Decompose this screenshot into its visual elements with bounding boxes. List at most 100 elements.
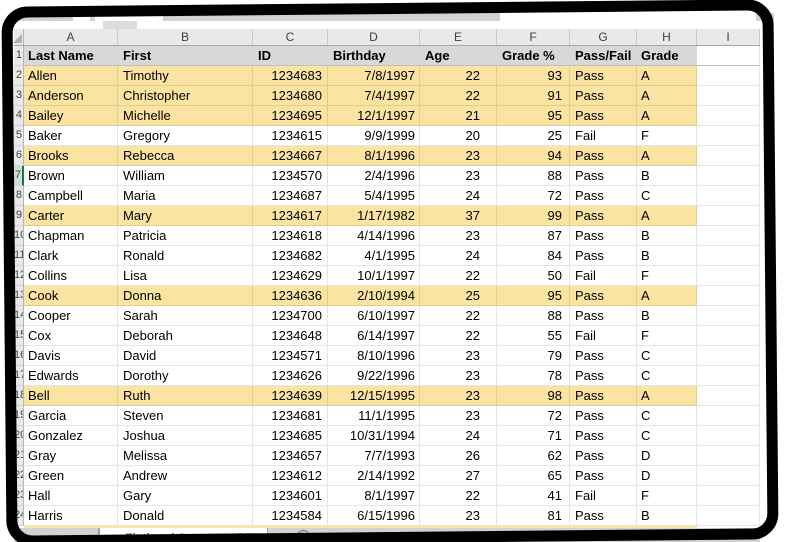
cell-H9[interactable]: A: [637, 206, 697, 226]
cell-A23[interactable]: Hall: [24, 486, 118, 506]
cell-I7[interactable]: [697, 166, 760, 186]
cell-E21[interactable]: 26: [420, 446, 497, 466]
cell-I24[interactable]: [697, 506, 760, 526]
cell-I16[interactable]: [697, 346, 760, 366]
cell-G4[interactable]: Pass: [570, 106, 637, 126]
row-header-7[interactable]: 7: [14, 166, 24, 186]
cell-G24[interactable]: Pass: [570, 506, 637, 526]
row-header-9[interactable]: 9: [14, 206, 24, 226]
cell-D16[interactable]: 8/10/1996: [328, 346, 420, 366]
cell-B14[interactable]: Sarah: [118, 306, 253, 326]
row-header-3[interactable]: 3: [14, 86, 24, 106]
cell-C16[interactable]: 1234571: [253, 346, 328, 366]
cell-F8[interactable]: 72: [497, 186, 570, 206]
cell-G7[interactable]: Pass: [570, 166, 637, 186]
cell-I4[interactable]: [697, 106, 760, 126]
cell-I2[interactable]: [697, 66, 760, 86]
cell-D22[interactable]: 2/14/1992: [328, 466, 420, 486]
row-header-24[interactable]: 24: [14, 506, 24, 526]
cell-I23[interactable]: [697, 486, 760, 506]
cell-B6[interactable]: Rebecca: [118, 146, 253, 166]
cell-I10[interactable]: [697, 226, 760, 246]
cell-I20[interactable]: [697, 426, 760, 446]
active-sheet-tab[interactable]: Fictional Score Card: [99, 528, 268, 542]
cell-D4[interactable]: 12/1/1997: [328, 106, 420, 126]
cell-H3[interactable]: A: [637, 86, 697, 106]
cell-I12[interactable]: [697, 266, 760, 286]
cell-I1[interactable]: [697, 46, 760, 66]
header-cell-B1[interactable]: First: [118, 46, 253, 66]
cell-E4[interactable]: 21: [420, 106, 497, 126]
cell-F13[interactable]: 95: [497, 286, 570, 306]
cell-H15[interactable]: F: [637, 326, 697, 346]
cell-F6[interactable]: 94: [497, 146, 570, 166]
cell-D2[interactable]: 7/8/1997: [328, 66, 420, 86]
row-header-13[interactable]: 13: [14, 286, 24, 306]
cell-C15[interactable]: 1234648: [253, 326, 328, 346]
cell-I9[interactable]: [697, 206, 760, 226]
cell-I17[interactable]: [697, 366, 760, 386]
cell-F9[interactable]: 99: [497, 206, 570, 226]
cell-E20[interactable]: 24: [420, 426, 497, 446]
header-cell-F1[interactable]: Grade %: [497, 46, 570, 66]
cell-E19[interactable]: 23: [420, 406, 497, 426]
cell-A10[interactable]: Chapman: [24, 226, 118, 246]
cell-D10[interactable]: 4/14/1996: [328, 226, 420, 246]
cell-B4[interactable]: Michelle: [118, 106, 253, 126]
cell-D13[interactable]: 2/10/1994: [328, 286, 420, 306]
cell-E6[interactable]: 23: [420, 146, 497, 166]
column-header-D[interactable]: D: [328, 29, 420, 45]
cell-G20[interactable]: Pass: [570, 426, 637, 446]
cell-F7[interactable]: 88: [497, 166, 570, 186]
cell-I3[interactable]: [697, 86, 760, 106]
cell-A4[interactable]: Bailey: [24, 106, 118, 126]
cell-F21[interactable]: 62: [497, 446, 570, 466]
cell-B9[interactable]: Mary: [118, 206, 253, 226]
cell-B22[interactable]: Andrew: [118, 466, 253, 486]
cell-F19[interactable]: 72: [497, 406, 570, 426]
row-header-20[interactable]: 20: [14, 426, 24, 446]
cell-E17[interactable]: 23: [420, 366, 497, 386]
cell-D3[interactable]: 7/4/1997: [328, 86, 420, 106]
cell-E3[interactable]: 22: [420, 86, 497, 106]
new-sheet-icon[interactable]: +: [297, 530, 310, 542]
cell-D9[interactable]: 1/17/1982: [328, 206, 420, 226]
cell-A9[interactable]: Carter: [24, 206, 118, 226]
cell-A5[interactable]: Baker: [24, 126, 118, 146]
cell-D24[interactable]: 6/15/1996: [328, 506, 420, 526]
cell-H19[interactable]: C: [637, 406, 697, 426]
cell-D23[interactable]: 8/1/1997: [328, 486, 420, 506]
cell-G10[interactable]: Pass: [570, 226, 637, 246]
cell-H7[interactable]: B: [637, 166, 697, 186]
cell-G23[interactable]: Fail: [570, 486, 637, 506]
row-header-17[interactable]: 17: [14, 366, 24, 386]
cell-A20[interactable]: Gonzalez: [24, 426, 118, 446]
cell-D11[interactable]: 4/1/1995: [328, 246, 420, 266]
cell-B24[interactable]: Donald: [118, 506, 253, 526]
row-header-15[interactable]: 15: [14, 326, 24, 346]
cell-F24[interactable]: 81: [497, 506, 570, 526]
cell-G16[interactable]: Pass: [570, 346, 637, 366]
cell-C12[interactable]: 1234629: [253, 266, 328, 286]
cell-D17[interactable]: 9/22/1996: [328, 366, 420, 386]
inactive-sheet-tab[interactable]: [24, 528, 99, 542]
cell-H22[interactable]: D: [637, 466, 697, 486]
cell-F12[interactable]: 50: [497, 266, 570, 286]
cell-A7[interactable]: Brown: [24, 166, 118, 186]
cell-C24[interactable]: 1234584: [253, 506, 328, 526]
column-header-H[interactable]: H: [637, 29, 697, 45]
cell-E13[interactable]: 25: [420, 286, 497, 306]
cell-D6[interactable]: 8/1/1996: [328, 146, 420, 166]
cell-D19[interactable]: 11/1/1995: [328, 406, 420, 426]
row-header-10[interactable]: 10: [14, 226, 24, 246]
row-header-5[interactable]: 5: [14, 126, 24, 146]
cell-B21[interactable]: Melissa: [118, 446, 253, 466]
column-header-F[interactable]: F: [497, 29, 570, 45]
cell-C5[interactable]: 1234615: [253, 126, 328, 146]
cell-I13[interactable]: [697, 286, 760, 306]
row-header-21[interactable]: 21: [14, 446, 24, 466]
row-header-12[interactable]: 12: [14, 266, 24, 286]
cell-B7[interactable]: William: [118, 166, 253, 186]
cell-G21[interactable]: Pass: [570, 446, 637, 466]
cell-I21[interactable]: [697, 446, 760, 466]
